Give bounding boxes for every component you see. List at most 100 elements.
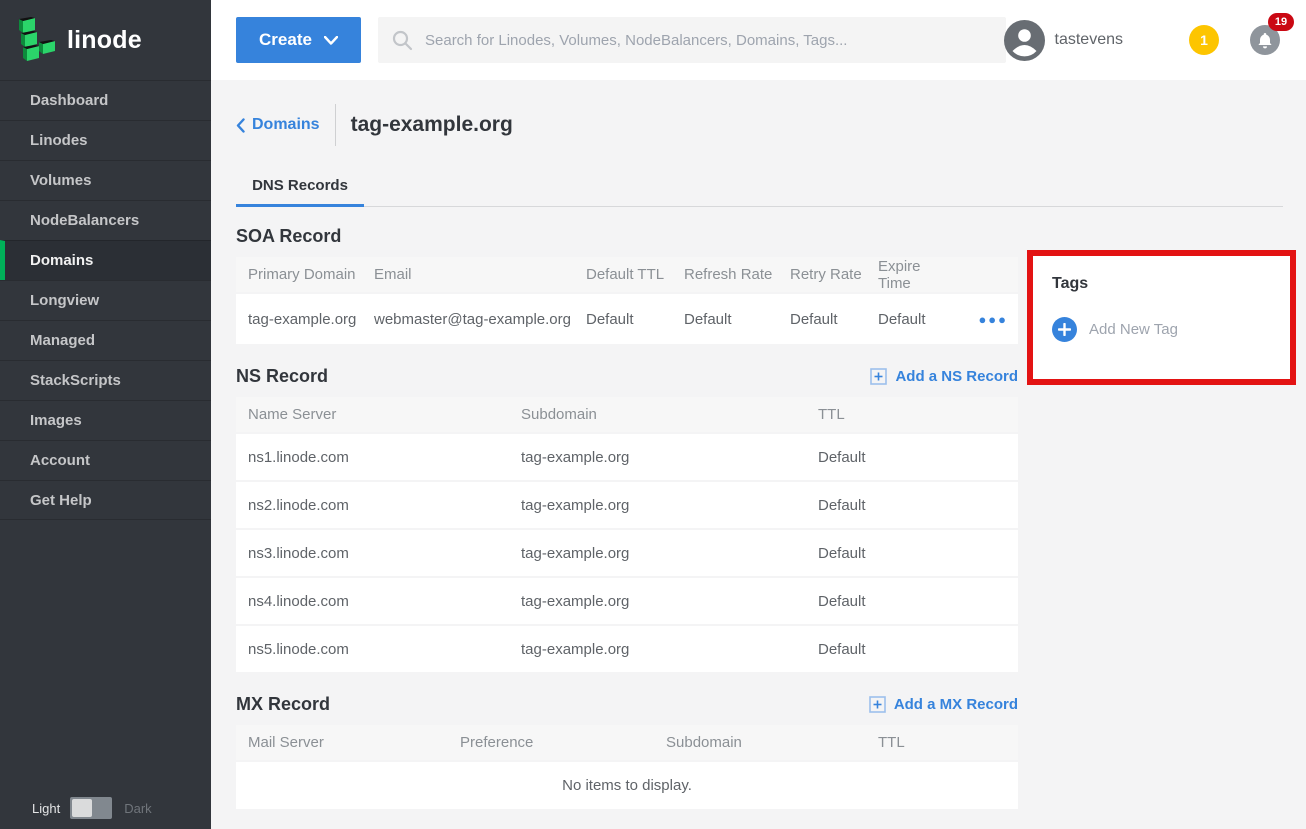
sidebar-item-images[interactable]: Images	[0, 400, 211, 440]
sidebar-item-dashboard[interactable]: Dashboard	[0, 80, 211, 120]
ns-ttl: Default	[806, 433, 1018, 481]
plus-square-icon	[869, 696, 886, 713]
soa-col-retry-rate: Retry Rate	[778, 257, 866, 293]
sidebar-item-label: Volumes	[30, 172, 91, 189]
sidebar-item-account[interactable]: Account	[0, 440, 211, 480]
plus-circle-icon	[1052, 317, 1077, 342]
ns-name-server: ns4.linode.com	[236, 577, 509, 625]
ns-row: ns2.linode.com tag-example.org Default	[236, 481, 1018, 529]
ns-row: ns5.linode.com tag-example.org Default	[236, 625, 1018, 673]
chevron-down-icon	[324, 36, 338, 45]
soa-expire-time: Default	[866, 293, 956, 345]
soa-col-refresh-rate: Refresh Rate	[672, 257, 778, 293]
mx-header-row: Mail Server Preference Subdomain TTL	[236, 725, 1018, 761]
global-search[interactable]	[378, 17, 1006, 63]
user-icon	[1004, 20, 1045, 61]
sidebar-item-volumes[interactable]: Volumes	[0, 160, 211, 200]
soa-col-primary-domain: Primary Domain	[236, 257, 362, 293]
ns-subdomain: tag-example.org	[509, 577, 806, 625]
add-ns-record-button[interactable]: Add a NS Record	[870, 368, 1018, 385]
breadcrumb-divider	[335, 104, 336, 146]
soa-email: webmaster@tag-example.org	[362, 293, 574, 345]
sidebar-item-longview[interactable]: Longview	[0, 280, 211, 320]
mx-table: Mail Server Preference Subdomain TTL No …	[236, 725, 1018, 811]
mx-col-mail-server: Mail Server	[236, 725, 448, 761]
mx-section-head: MX Record Add a MX Record	[236, 693, 1018, 715]
mx-col-ttl: TTL	[866, 725, 1018, 761]
ns-subdomain: tag-example.org	[509, 433, 806, 481]
sidebar-item-linodes[interactable]: Linodes	[0, 120, 211, 160]
tab-dns-records[interactable]: DNS Records	[236, 167, 364, 207]
sidebar-item-label: Account	[30, 452, 90, 469]
soa-col-actions	[956, 257, 1018, 293]
create-button-label: Create	[259, 30, 312, 50]
sidebar-item-label: Longview	[30, 292, 99, 309]
ns-row: ns1.linode.com tag-example.org Default	[236, 433, 1018, 481]
ns-ttl: Default	[806, 577, 1018, 625]
user-area: tastevens 1 19	[1004, 0, 1306, 80]
soa-row: tag-example.org webmaster@tag-example.or…	[236, 293, 1018, 345]
create-button[interactable]: Create	[236, 17, 361, 63]
sidebar-item-label: Domains	[30, 252, 93, 269]
ns-name-server: ns2.linode.com	[236, 481, 509, 529]
soa-col-default-ttl: Default TTL	[574, 257, 672, 293]
sidebar-item-label: StackScripts	[30, 372, 121, 389]
avatar[interactable]	[1004, 20, 1045, 61]
sidebar-item-nodebalancers[interactable]: NodeBalancers	[0, 200, 211, 240]
soa-table: Primary Domain Email Default TTL Refresh…	[236, 257, 1018, 346]
ns-name-server: ns5.linode.com	[236, 625, 509, 673]
soa-col-expire-time: Expire Time	[866, 257, 956, 293]
add-new-tag-button[interactable]: Add New Tag	[1052, 317, 1290, 342]
ns-ttl: Default	[806, 625, 1018, 673]
main-content: Domains tag-example.org DNS Records SOA …	[211, 80, 1306, 829]
bell-glyph-icon	[1257, 32, 1273, 49]
add-new-tag-label: Add New Tag	[1089, 321, 1178, 338]
theme-toggle: Light Dark	[0, 797, 211, 819]
ns-header-row: Name Server Subdomain TTL	[236, 397, 1018, 433]
breadcrumb-back-link[interactable]: Domains	[236, 116, 320, 134]
ns-subdomain: tag-example.org	[509, 529, 806, 577]
soa-header-row: Primary Domain Email Default TTL Refresh…	[236, 257, 1018, 293]
theme-toggle-switch[interactable]	[70, 797, 112, 819]
top-header: Create tastevens 1	[211, 0, 1306, 80]
sidebar-item-managed[interactable]: Managed	[0, 320, 211, 360]
soa-col-email: Email	[362, 257, 574, 293]
sidebar-item-label: Managed	[30, 332, 95, 349]
soa-default-ttl: Default	[574, 293, 672, 345]
sidebar-item-stackscripts[interactable]: StackScripts	[0, 360, 211, 400]
plus-square-icon	[870, 368, 887, 385]
breadcrumb-back-label: Domains	[252, 116, 320, 134]
search-input[interactable]	[425, 32, 992, 49]
sidebar-item-get-help[interactable]: Get Help	[0, 480, 211, 520]
status-badge[interactable]: 1	[1189, 25, 1219, 55]
mx-col-preference: Preference	[448, 725, 654, 761]
sidebar-item-label: Dashboard	[30, 92, 108, 109]
username: tastevens	[1055, 31, 1123, 49]
ns-name-server: ns1.linode.com	[236, 433, 509, 481]
theme-label-light: Light	[32, 801, 60, 816]
sidebar-item-domains[interactable]: Domains	[0, 240, 211, 280]
ns-subdomain: tag-example.org	[509, 481, 806, 529]
tab-bar: DNS Records	[236, 167, 1283, 207]
linode-cubes-icon	[17, 17, 57, 63]
ns-col-name-server: Name Server	[236, 397, 509, 433]
ns-table: Name Server Subdomain TTL ns1.linode.com…	[236, 397, 1018, 674]
page-title: tag-example.org	[351, 113, 513, 137]
mx-col-subdomain: Subdomain	[654, 725, 866, 761]
tags-heading: Tags	[1052, 275, 1290, 293]
ellipsis-menu-icon[interactable]: ●●●	[978, 312, 1018, 327]
notification-count: 19	[1275, 16, 1287, 28]
ns-ttl: Default	[806, 529, 1018, 577]
soa-section-head: SOA Record	[236, 225, 1018, 247]
linode-logo[interactable]: linode	[0, 0, 211, 80]
ns-col-subdomain: Subdomain	[509, 397, 806, 433]
search-icon	[392, 30, 413, 51]
add-mx-record-button[interactable]: Add a MX Record	[869, 696, 1018, 713]
sidebar-item-label: NodeBalancers	[30, 212, 139, 229]
mx-empty-message: No items to display.	[236, 761, 1018, 810]
tab-label: DNS Records	[252, 177, 348, 194]
ns-section-head: NS Record Add a NS Record	[236, 365, 1018, 387]
mx-heading: MX Record	[236, 694, 330, 715]
add-mx-record-label: Add a MX Record	[894, 696, 1018, 713]
ns-name-server: ns3.linode.com	[236, 529, 509, 577]
